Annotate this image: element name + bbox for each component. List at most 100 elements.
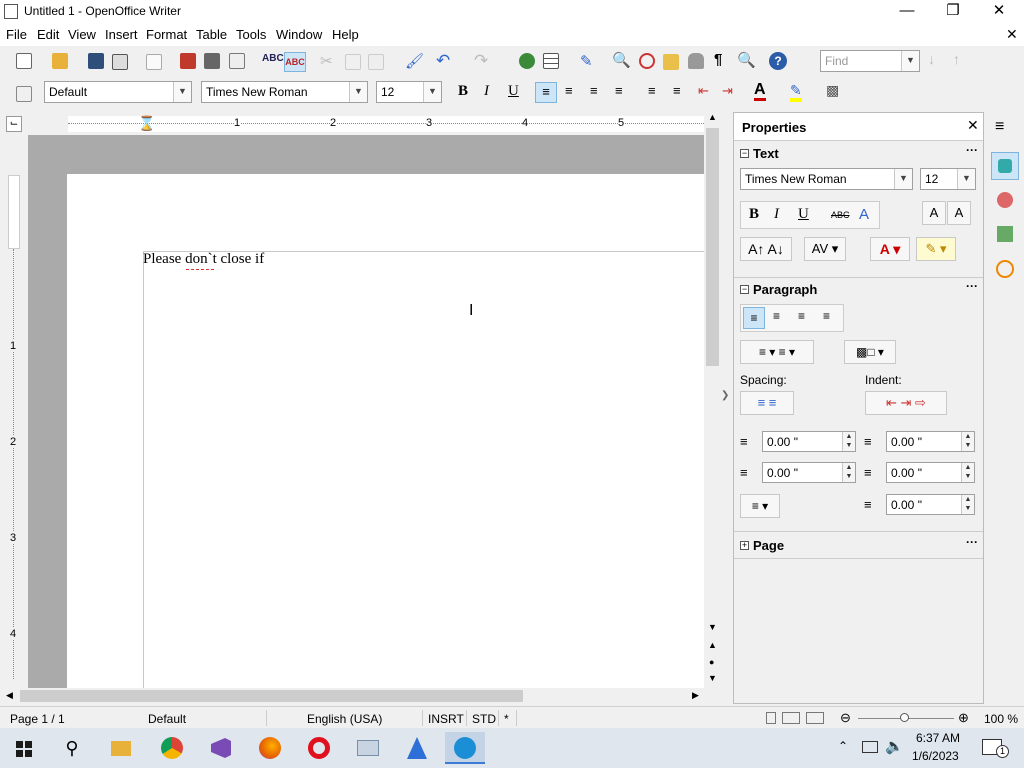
highlight-icon[interactable]: ✎ — [790, 82, 802, 102]
paragraph-more-options-icon[interactable]: ··· — [966, 279, 978, 293]
zoom-icon[interactable]: 🔍 — [737, 51, 756, 69]
page-preview-icon[interactable] — [229, 53, 245, 69]
menu-format[interactable]: Format — [146, 27, 187, 42]
background-color-icon[interactable]: ▩ — [826, 82, 839, 99]
multi-page-view-icon[interactable] — [782, 712, 800, 724]
chevron-down-icon[interactable]: ▼ — [173, 82, 191, 102]
zoom-in-icon[interactable]: ⊕ — [958, 710, 969, 726]
expand-page-icon[interactable]: + — [740, 541, 749, 550]
numbering-icon[interactable]: ≡ — [648, 83, 656, 98]
bold-icon[interactable]: B — [458, 83, 468, 100]
draw-functions-icon[interactable]: ✎ — [580, 52, 593, 70]
next-page-icon[interactable]: ▼ — [708, 673, 717, 683]
chevron-down-icon[interactable]: ▼ — [957, 169, 975, 189]
sidebar-justify-icon[interactable]: ≡ — [823, 309, 830, 323]
paste-icon[interactable] — [368, 54, 384, 70]
menu-file[interactable]: File — [6, 27, 27, 42]
shadow-icon[interactable]: A — [859, 206, 869, 223]
zoom-out-icon[interactable]: ⊖ — [840, 710, 851, 726]
below-spacing-input[interactable]: 0.00 " ▲ ▼ — [762, 462, 856, 483]
sidebar-align-center-icon[interactable]: ≡ — [773, 309, 780, 323]
export-pdf-icon[interactable] — [180, 53, 196, 69]
menu-table[interactable]: Table — [196, 27, 227, 42]
clone-formatting-icon[interactable]: 🖌 — [405, 52, 424, 70]
zoom-level[interactable]: 100 % — [984, 712, 1018, 726]
underline-icon[interactable]: U — [508, 83, 519, 100]
spellcheck-icon[interactable]: ABC — [262, 53, 284, 64]
scroll-down-icon[interactable]: ▼ — [708, 622, 717, 632]
font-size-select[interactable]: 12 ▼ — [376, 81, 442, 103]
hyperlink-icon[interactable] — [519, 53, 535, 69]
cut-icon[interactable]: ✂ — [320, 52, 333, 70]
gallery-icon[interactable] — [663, 54, 679, 70]
page-style[interactable]: Default — [148, 712, 186, 726]
scroll-up-icon[interactable]: ▲ — [708, 112, 717, 122]
new-document-icon[interactable] — [16, 53, 32, 69]
font-color-icon[interactable]: A — [754, 81, 766, 101]
find-replace-icon[interactable]: 🔍 — [612, 51, 631, 69]
clock-date[interactable]: 1/6/2023 — [912, 749, 959, 763]
collapse-paragraph-icon[interactable]: − — [740, 285, 749, 294]
volume-icon[interactable]: 🔈 — [885, 737, 904, 755]
network-icon[interactable] — [862, 741, 878, 753]
list-buttons[interactable]: ≡ ▾ ≡ ▾ — [740, 340, 814, 364]
sidebar-font-name-select[interactable]: Times New Roman ▼ — [740, 168, 913, 190]
spin-arrows-icon[interactable]: ▲ ▼ — [842, 463, 855, 482]
chevron-down-icon[interactable]: ▼ — [423, 82, 441, 102]
line-spacing-icon[interactable]: ≡ ▾ — [740, 494, 780, 518]
font-name-select[interactable]: Times New Roman ▼ — [201, 81, 368, 103]
page-more-options-icon[interactable]: ··· — [966, 535, 978, 549]
app-button[interactable] — [396, 732, 436, 764]
spin-arrows-icon[interactable]: ▲ ▼ — [961, 495, 974, 514]
sidebar-font-color-icon[interactable]: A ▾ — [870, 237, 910, 261]
horizontal-scroll-thumb[interactable] — [20, 690, 523, 702]
data-sources-icon[interactable] — [688, 53, 704, 69]
help-icon[interactable]: ? — [769, 52, 787, 70]
show-hidden-icons-icon[interactable]: ⌃ — [838, 739, 848, 753]
openoffice-writer-button[interactable] — [445, 732, 485, 764]
sidebar-italic-icon[interactable]: I — [774, 206, 779, 223]
sidebar-align-left-icon[interactable]: ≡ — [743, 307, 765, 329]
sidebar-align-right-icon[interactable]: ≡ — [798, 309, 805, 323]
paragraph-background-icon[interactable]: ▩□ ▾ — [844, 340, 896, 364]
save-icon[interactable] — [88, 53, 104, 69]
formatting-marks-icon[interactable]: ¶ — [714, 51, 722, 68]
sidebar-highlight-icon[interactable]: ✎ ▾ — [916, 237, 956, 261]
strikethrough-icon[interactable]: ABC — [831, 210, 850, 220]
scroll-left-icon[interactable]: ◀ — [6, 690, 13, 701]
visual-studio-button[interactable] — [200, 732, 240, 764]
before-indent-input[interactable]: 0.00 " ▲ ▼ — [886, 431, 975, 452]
print-icon[interactable] — [204, 53, 220, 69]
app-button[interactable] — [347, 732, 387, 764]
selection-mode[interactable]: STD — [472, 712, 496, 726]
first-line-indent-input[interactable]: 0.00 " ▲ ▼ — [886, 494, 975, 515]
menu-tools[interactable]: Tools — [236, 27, 266, 42]
copy-icon[interactable] — [345, 54, 361, 70]
document-text[interactable]: Please don`t close if — [143, 251, 264, 268]
bullets-icon[interactable]: ≡ — [673, 83, 681, 98]
single-page-view-icon[interactable] — [766, 712, 776, 724]
italic-icon[interactable]: I — [484, 83, 489, 100]
edit-file-icon[interactable] — [146, 54, 162, 70]
paragraph-style-select[interactable]: Default ▼ — [44, 81, 192, 103]
spin-arrows-icon[interactable]: ▲ ▼ — [961, 463, 974, 482]
navigator-icon[interactable] — [639, 53, 655, 69]
maximize-button[interactable]: ❐ — [930, 0, 976, 24]
navigation-icon[interactable]: ● — [709, 657, 714, 667]
autospellcheck-icon[interactable]: ABC — [284, 52, 306, 72]
scroll-right-icon[interactable]: ▶ — [692, 690, 699, 701]
navigator-tab-icon[interactable] — [996, 260, 1014, 278]
sidebar-collapse-icon[interactable]: ❯ — [721, 390, 729, 401]
tab-stop-icon[interactable]: ⌙ — [6, 116, 22, 132]
menu-view[interactable]: View — [68, 27, 96, 42]
file-explorer-button[interactable] — [100, 732, 140, 764]
menu-help[interactable]: Help — [332, 27, 359, 42]
superscript-subscript-icon[interactable]: A↑ A↓ — [740, 237, 792, 261]
sidebar-menu-icon[interactable]: ≡ — [995, 118, 1004, 136]
spacing-buttons[interactable]: ≡ ≡ — [740, 391, 794, 415]
sidebar-font-size-select[interactable]: 12 ▼ — [920, 168, 976, 190]
above-spacing-input[interactable]: 0.00 " ▲ ▼ — [762, 431, 856, 452]
start-button[interactable] — [4, 732, 44, 764]
increase-font-icon[interactable]: A — [922, 201, 946, 225]
sidebar-underline-icon[interactable]: U — [798, 206, 809, 223]
